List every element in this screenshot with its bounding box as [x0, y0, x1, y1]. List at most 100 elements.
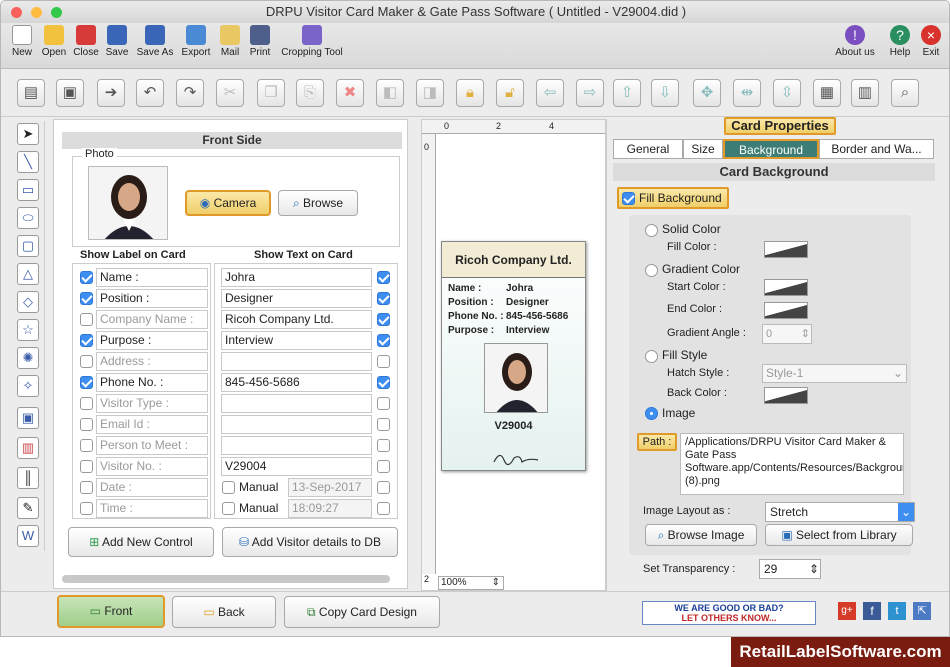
start-color-swatch[interactable] [764, 279, 808, 296]
picture-icon[interactable]: ▣ [17, 407, 39, 429]
twitter-icon[interactable]: t [888, 602, 906, 620]
back-button[interactable]: ▭ Back [172, 596, 276, 628]
text-checkbox[interactable] [377, 439, 390, 452]
save-as-button[interactable]: Save As [133, 25, 177, 58]
label-checkbox[interactable] [80, 271, 93, 284]
label-field[interactable]: Date : [96, 478, 208, 497]
front-button[interactable]: ▭ Front [57, 595, 165, 628]
camera-button[interactable]: ◉ Camera [185, 190, 271, 216]
send-back-icon[interactable]: ◨ [416, 79, 444, 107]
cropping-tool-button[interactable]: Cropping Tool [277, 25, 347, 58]
manual-checkbox[interactable] [222, 502, 235, 515]
text-field[interactable]: Designer [221, 289, 372, 308]
lock-icon[interactable]: 🔒︎ [456, 79, 484, 107]
label-checkbox[interactable] [80, 460, 93, 473]
text-checkbox[interactable] [377, 418, 390, 431]
mail-button[interactable]: Mail [216, 25, 244, 58]
label-field[interactable]: Email Id : [96, 415, 208, 434]
label-checkbox[interactable] [80, 292, 93, 305]
move-right-icon[interactable]: ⇨ [576, 79, 604, 107]
zoom-preview-icon[interactable]: ⌕ [891, 79, 919, 107]
tab-border[interactable]: Border and Wa... [819, 139, 934, 159]
library-icon[interactable]: ▥ [17, 437, 39, 459]
text-field[interactable] [221, 436, 372, 455]
triangle-icon[interactable]: △ [17, 263, 39, 285]
rounded-rectangle-icon[interactable]: ▢ [17, 235, 39, 257]
angle-stepper-icon[interactable]: ⇕ [801, 325, 810, 343]
text-field[interactable]: 13-Sep-2017 [288, 478, 372, 497]
align-horizontal-icon[interactable]: ⇹ [733, 79, 761, 107]
label-checkbox[interactable] [80, 313, 93, 326]
image-layout-select[interactable]: Stretch ⌄ [765, 502, 915, 522]
ruler-icon[interactable]: ▥ [851, 79, 879, 107]
zoom-window-icon[interactable] [51, 7, 62, 18]
label-checkbox[interactable] [80, 439, 93, 452]
label-field[interactable]: Position : [96, 289, 208, 308]
exit-button[interactable]: × Exit [917, 25, 945, 58]
label-field[interactable]: Name : [96, 268, 208, 287]
google-plus-icon[interactable]: g+ [838, 602, 856, 620]
import-icon[interactable]: ➔ [97, 79, 125, 107]
paste-icon[interactable]: ⎘ [296, 79, 324, 107]
copy-card-design-button[interactable]: ⧉ Copy Card Design [284, 596, 440, 628]
move-up-icon[interactable]: ⇧ [613, 79, 641, 107]
add-visitor-db-button[interactable]: ⛁ Add Visitor details to DB [222, 527, 398, 557]
browse-image-button[interactable]: ⌕ Browse Image [645, 524, 757, 546]
redo-icon[interactable]: ↷ [176, 79, 204, 107]
copy-icon[interactable]: ❐ [257, 79, 285, 107]
star-icon[interactable]: ☆ [17, 319, 39, 341]
cut-icon[interactable]: ✂ [216, 79, 244, 107]
fill-color-swatch[interactable] [764, 241, 808, 258]
text-field[interactable] [221, 352, 372, 371]
export-button[interactable]: Export [178, 25, 214, 58]
save-button[interactable]: Save [103, 25, 131, 58]
transparency-input[interactable]: 29 ⇕ [759, 559, 821, 579]
close-window-icon[interactable] [11, 7, 22, 18]
text-checkbox[interactable] [377, 502, 390, 515]
text-checkbox[interactable] [377, 271, 390, 284]
visitor-photo[interactable] [88, 166, 168, 240]
text-checkbox[interactable] [377, 376, 390, 389]
text-checkbox[interactable] [377, 334, 390, 347]
label-field[interactable]: Phone No. : [96, 373, 208, 392]
text-field[interactable] [221, 394, 372, 413]
text-field[interactable]: V29004 [221, 457, 372, 476]
new-button[interactable]: New [7, 25, 37, 58]
label-field[interactable]: Address : [96, 352, 208, 371]
browse-button[interactable]: ⌕ Browse [278, 190, 358, 216]
label-checkbox[interactable] [80, 355, 93, 368]
line-icon[interactable]: ╲ [17, 151, 39, 173]
close-button[interactable]: Close [71, 25, 101, 58]
undo-icon[interactable]: ↶ [136, 79, 164, 107]
label-checkbox[interactable] [80, 334, 93, 347]
zoom-select[interactable]: 100% ⇕ [438, 576, 504, 590]
open-button[interactable]: Open [39, 25, 69, 58]
fill-background-checkbox[interactable]: Fill Background [617, 187, 729, 209]
facebook-icon[interactable]: f [863, 602, 881, 620]
hatch-style-select[interactable]: Style-1 ⌄ [762, 364, 907, 383]
move-left-icon[interactable]: ⇦ [536, 79, 564, 107]
text-checkbox[interactable] [377, 292, 390, 305]
text-field[interactable]: Ricoh Company Ltd. [221, 310, 372, 329]
word-art-icon[interactable]: W [17, 525, 39, 547]
text-checkbox[interactable] [377, 355, 390, 368]
text-field[interactable]: 18:09:27 [288, 499, 372, 518]
label-checkbox[interactable] [80, 502, 93, 515]
about-us-button[interactable]: ! About us [833, 25, 877, 58]
label-checkbox[interactable] [80, 418, 93, 431]
label-field[interactable]: Visitor Type : [96, 394, 208, 413]
label-field[interactable]: Person to Meet : [96, 436, 208, 455]
label-checkbox[interactable] [80, 397, 93, 410]
print-button[interactable]: Print [246, 25, 274, 58]
center-icon[interactable]: ✥ [693, 79, 721, 107]
label-field[interactable]: Time : [96, 499, 208, 518]
properties-icon[interactable]: ▤ [17, 79, 45, 107]
share-icon[interactable]: ⇱ [913, 602, 931, 620]
end-color-swatch[interactable] [764, 302, 808, 319]
text-checkbox[interactable] [377, 460, 390, 473]
rectangle-icon[interactable]: ▭ [17, 179, 39, 201]
visitor-card-preview[interactable]: Ricoh Company Ltd. Name : Johra Position :… [441, 241, 586, 471]
fill-style-radio[interactable] [645, 350, 658, 363]
tab-general[interactable]: General [613, 139, 683, 159]
feedback-banner[interactable]: WE ARE GOOD OR BAD? LET OTHERS KNOW... [642, 601, 816, 625]
